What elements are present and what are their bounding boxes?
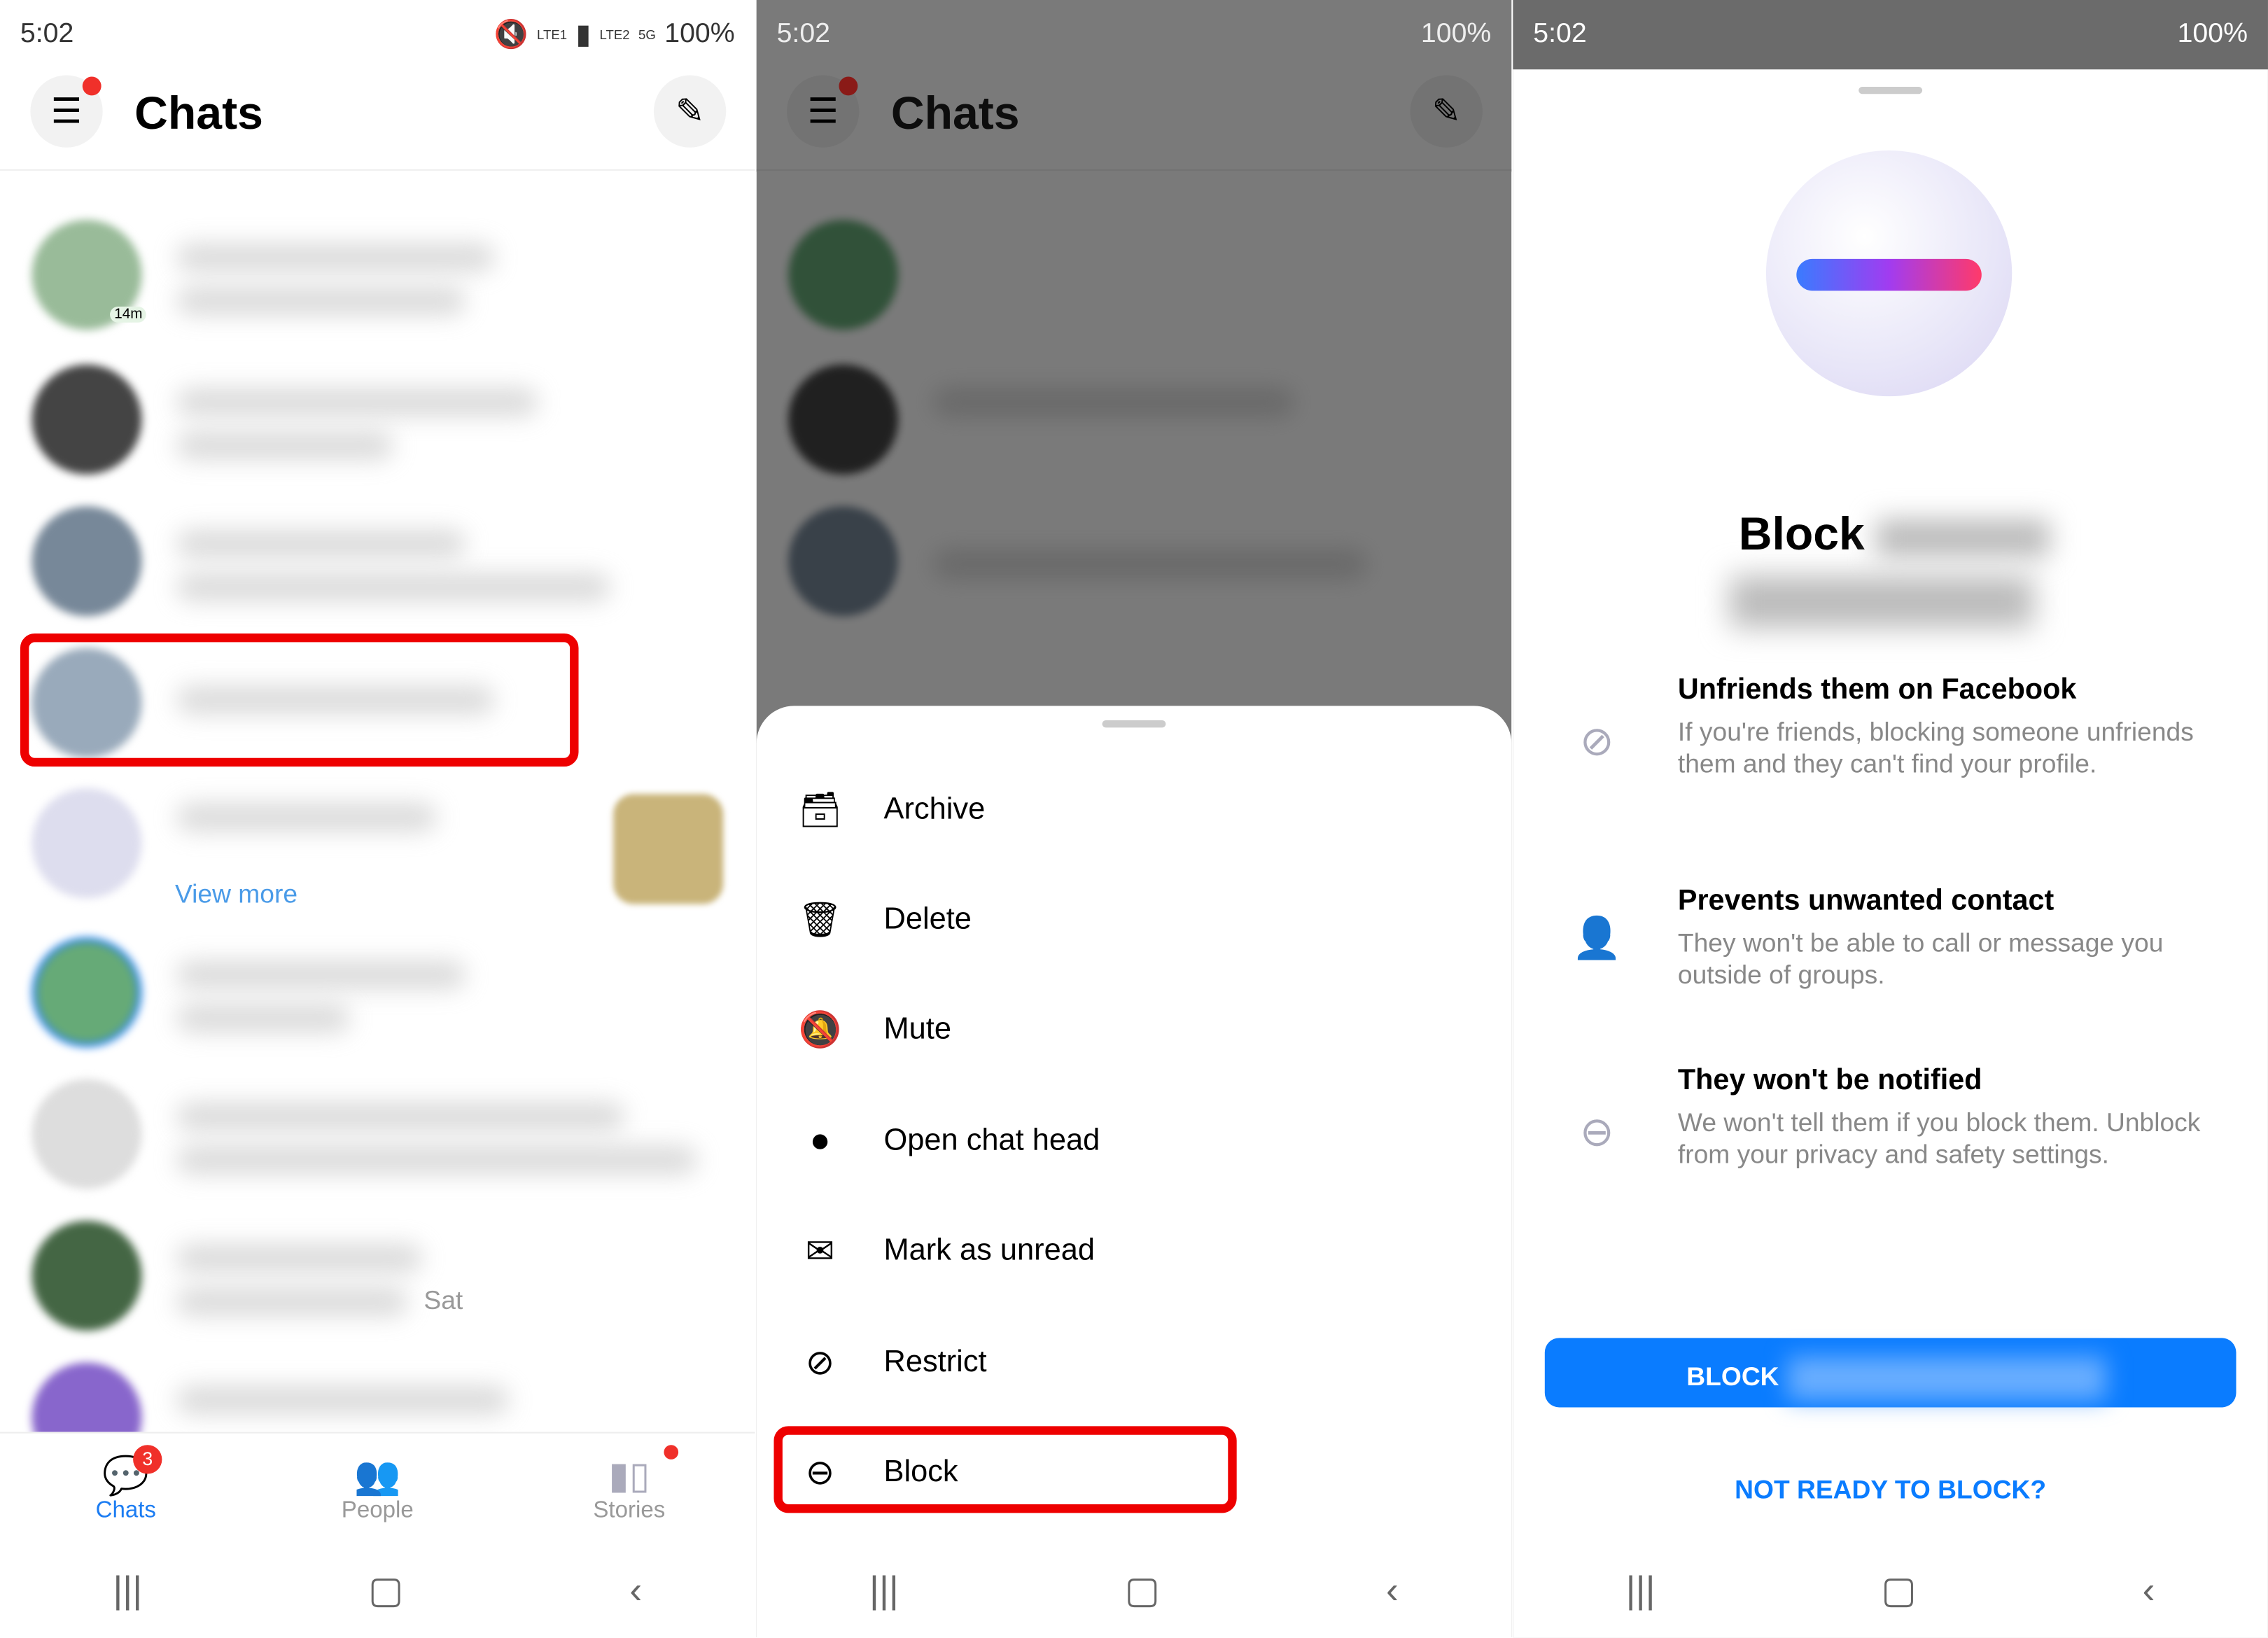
clock: 5:02 bbox=[1533, 18, 1587, 50]
stories-icon: ▮▯ bbox=[608, 1453, 650, 1497]
sheet-handle[interactable] bbox=[1858, 86, 1923, 94]
tab-chats[interactable]: 💬 3 Chats bbox=[0, 1434, 252, 1534]
block-sheet: Block ⊘ Unfriends them on Facebook If you… bbox=[1513, 69, 2268, 1638]
recents-icon[interactable]: ||| bbox=[869, 1567, 899, 1612]
info-section: Unfriends them on Facebook If you're frie… bbox=[1677, 673, 2194, 778]
not-ready-link[interactable]: NOT READY TO BLOCK? bbox=[1513, 1476, 2268, 1506]
sim2-label: LTE2 bbox=[599, 27, 630, 41]
tab-people[interactable]: 👥 People bbox=[252, 1434, 504, 1534]
chat-row[interactable] bbox=[31, 1079, 723, 1194]
chat-row[interactable] bbox=[31, 364, 723, 480]
archive-icon: 🗃 bbox=[798, 790, 843, 830]
menu-item-mute[interactable]: 🔕 Mute bbox=[757, 986, 1512, 1073]
tab-label: Stories bbox=[593, 1498, 666, 1523]
info-section: They won't be notified We won't tell them… bbox=[1677, 1064, 2201, 1169]
trash-icon: 🗑 bbox=[798, 900, 843, 940]
compose-button[interactable]: ✎ bbox=[1410, 75, 1483, 148]
battery-text: 100% bbox=[664, 18, 735, 50]
back-icon[interactable]: ‹ bbox=[1386, 1567, 1399, 1612]
menu-item-archive[interactable]: 🗃 Archive bbox=[757, 766, 1512, 853]
chats-screen: 5:02 🔇 LTE1 ▮ LTE2 5G 100% ☰ Chats ✎ 14m View… bbox=[0, 0, 755, 1638]
block-button[interactable]: BLOCK bbox=[1544, 1338, 2236, 1408]
chat-row[interactable]: 14m bbox=[31, 220, 723, 335]
home-icon[interactable]: ▢ bbox=[1881, 1567, 1917, 1612]
chat-row[interactable]: Sat bbox=[31, 1220, 723, 1336]
clock: 5:02 bbox=[20, 18, 74, 50]
chat-bubble-icon: 💬 bbox=[102, 1453, 150, 1497]
header: ☰ Chats ✎ bbox=[0, 75, 755, 171]
sheet-handle[interactable] bbox=[1102, 720, 1166, 728]
menu-label: Archive bbox=[883, 792, 986, 826]
battery-text: 100% bbox=[2177, 18, 2248, 50]
people-icon: 👥 bbox=[354, 1453, 401, 1497]
chat-time: Sat bbox=[424, 1285, 463, 1315]
home-icon[interactable]: ▢ bbox=[368, 1567, 404, 1612]
system-nav-bar: ||| ▢ ‹ bbox=[0, 1550, 755, 1629]
bottom-tab-bar: 💬 3 Chats 👥 People ▮▯ Stories bbox=[0, 1432, 755, 1534]
stories-dot bbox=[664, 1445, 679, 1460]
page-title: Chats bbox=[890, 86, 1020, 139]
system-nav-bar: ||| ▢ ‹ bbox=[757, 1550, 1512, 1629]
menu-item-open-chat-head[interactable]: ● Open chat head bbox=[757, 1098, 1512, 1184]
active-time-badge: 14m bbox=[110, 307, 147, 323]
dimmed-top-bar: 5:02 100% ☰ Chats ✎ bbox=[756, 0, 1512, 172]
hamburger-icon: ☰ bbox=[807, 92, 839, 132]
recents-icon[interactable]: ||| bbox=[1626, 1567, 1656, 1612]
clock: 5:02 bbox=[776, 18, 831, 50]
restrict-icon: ⊘ bbox=[805, 1343, 835, 1382]
tab-label: People bbox=[341, 1498, 414, 1523]
menu-label: Delete bbox=[883, 902, 972, 936]
menu-item-mark-unread[interactable]: ✉ Mark as unread bbox=[757, 1208, 1512, 1294]
page-title: Chats bbox=[134, 86, 263, 139]
menu-item-restrict[interactable]: ⊘ Restrict bbox=[757, 1319, 1512, 1406]
unread-badge: 3 bbox=[133, 1445, 162, 1474]
system-nav-bar: ||| ▢ ‹ bbox=[1513, 1550, 2268, 1629]
menu-item-delete[interactable]: 🗑 Delete bbox=[757, 876, 1512, 963]
recents-icon[interactable]: ||| bbox=[113, 1567, 142, 1612]
status-bar: 5:02 100% bbox=[757, 0, 1512, 69]
status-bar: 5:02 100% bbox=[1513, 0, 2268, 69]
home-icon[interactable]: ▢ bbox=[1125, 1567, 1161, 1612]
view-more-link[interactable]: View more bbox=[175, 879, 298, 909]
chat-options-screen: 5:02 100% ☰ Chats ✎ 🗃 Archive 🗑 Delete 🔕 Mut… bbox=[756, 0, 1512, 1638]
user-x-icon: 👤 bbox=[1572, 915, 1623, 961]
info-section: Prevents unwanted contact They won't be a… bbox=[1677, 885, 2164, 990]
bell-off-icon: 🔕 bbox=[798, 1010, 842, 1050]
highlight-box bbox=[774, 1426, 1237, 1513]
highlight-box bbox=[20, 634, 579, 767]
pencil-icon: ✎ bbox=[1432, 92, 1462, 132]
menu-label: Restrict bbox=[883, 1345, 987, 1379]
battery-text: 100% bbox=[1420, 18, 1492, 50]
tab-label: Chats bbox=[95, 1498, 156, 1523]
status-bar: 5:02 🔇 LTE1 ▮ LTE2 5G 100% bbox=[0, 0, 755, 69]
envelope-icon: ✉ bbox=[805, 1231, 835, 1271]
back-icon[interactable]: ‹ bbox=[2143, 1567, 2155, 1612]
dialog-title: Block bbox=[1739, 507, 2050, 561]
pencil-icon: ✎ bbox=[675, 92, 705, 132]
notification-dot bbox=[82, 76, 102, 96]
menu-label: Open chat head bbox=[883, 1124, 1100, 1158]
sim1-label: LTE1 bbox=[537, 27, 568, 41]
chat-row[interactable] bbox=[31, 506, 723, 622]
minus-circle-icon: ⊖ bbox=[1579, 1109, 1614, 1154]
eye-slash-icon: ⊘ bbox=[1579, 718, 1614, 764]
mute-icon: 🔇 bbox=[493, 20, 528, 51]
tab-stories[interactable]: ▮▯ Stories bbox=[503, 1434, 755, 1534]
back-icon[interactable]: ‹ bbox=[629, 1567, 642, 1612]
compose-button[interactable]: ✎ bbox=[653, 75, 727, 148]
network-label: 5G bbox=[638, 27, 656, 41]
menu-label: Mute bbox=[883, 1012, 951, 1046]
chat-row[interactable] bbox=[31, 937, 723, 1053]
header: ☰ Chats ✎ bbox=[756, 75, 1512, 171]
notification-dot bbox=[839, 76, 858, 96]
signal-icon: ▮ bbox=[575, 19, 592, 50]
options-bottom-sheet: 🗃 Archive 🗑 Delete 🔕 Mute ● Open chat head ✉… bbox=[756, 706, 1512, 1638]
chat-head-icon: ● bbox=[809, 1121, 831, 1161]
chat-row[interactable]: View more bbox=[31, 788, 724, 909]
hamburger-icon: ☰ bbox=[50, 92, 83, 132]
menu-label: Mark as unread bbox=[883, 1233, 1095, 1268]
block-confirm-screen: 5:02 100% Block ⊘ Unfriends them on Faceb… bbox=[1513, 0, 2268, 1638]
block-illustration bbox=[1765, 150, 2012, 397]
